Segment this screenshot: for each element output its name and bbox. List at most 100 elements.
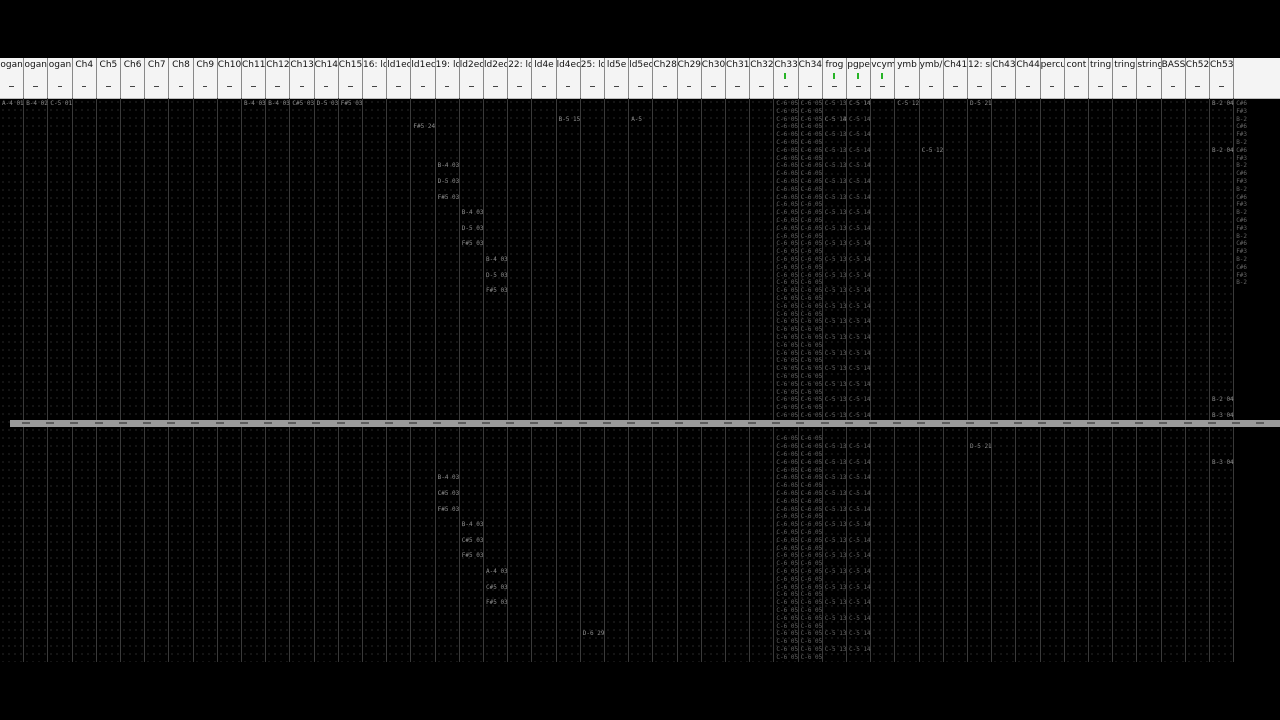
note-cell[interactable]: C-6 05 — [776, 474, 798, 481]
channel-column[interactable] — [266, 98, 291, 662]
channel-column[interactable] — [459, 98, 484, 662]
channel-header[interactable]: percu — [1041, 58, 1065, 98]
note-cell[interactable]: C-6 05 — [801, 373, 823, 380]
note-cell[interactable]: C-5 14 — [849, 599, 871, 606]
note-cell[interactable]: C-6 05 — [776, 342, 798, 349]
note-cell[interactable]: C-6 05 — [776, 490, 798, 497]
note-cell[interactable]: C-6 05 — [776, 568, 798, 575]
note-cell[interactable]: D-5 21 — [970, 100, 992, 107]
note-cell[interactable]: B-2 — [1236, 256, 1247, 263]
note-cell[interactable]: C-6 05 — [801, 599, 823, 606]
note-cell[interactable]: C-5 14 — [849, 490, 871, 497]
note-cell[interactable]: C-5 13 — [825, 443, 847, 450]
note-cell[interactable]: D-5 21 — [970, 443, 992, 450]
note-cell[interactable]: C-6 05 — [776, 318, 798, 325]
channel-header[interactable]: Ch33 — [774, 58, 799, 98]
note-cell[interactable]: C-6 05 — [776, 264, 798, 271]
note-cell[interactable]: C-6 05 — [776, 443, 798, 450]
channel-header[interactable]: tring — [1089, 58, 1114, 98]
note-cell[interactable]: C-5 14 — [849, 303, 871, 310]
note-cell[interactable]: C-6 05 — [801, 178, 823, 185]
channel-column[interactable] — [217, 98, 242, 662]
channel-column[interactable] — [895, 98, 920, 662]
note-cell[interactable]: C-6 05 — [801, 459, 823, 466]
note-cell[interactable]: A-4 03 — [486, 568, 508, 575]
note-cell[interactable]: C-6 05 — [776, 279, 798, 286]
note-cell[interactable]: C-5 14 — [849, 225, 871, 232]
note-cell[interactable]: C#6 — [1236, 240, 1247, 247]
note-cell[interactable]: C#6 — [1236, 264, 1247, 271]
note-cell[interactable]: C-6 05 — [776, 552, 798, 559]
note-cell[interactable]: C-5 13 — [825, 225, 847, 232]
note-cell[interactable]: C-5 14 — [849, 506, 871, 513]
note-cell[interactable]: C-5 13 — [825, 568, 847, 575]
note-cell[interactable]: C-6 05 — [801, 638, 823, 645]
note-cell[interactable]: F#5 03 — [486, 287, 508, 294]
note-cell[interactable]: C-6 05 — [776, 599, 798, 606]
channel-column[interactable] — [677, 98, 702, 662]
note-cell[interactable]: C-6 05 — [801, 248, 823, 255]
note-cell[interactable]: C-6 05 — [801, 443, 823, 450]
note-cell[interactable]: C-6 05 — [801, 116, 823, 123]
note-cell[interactable]: C-6 05 — [801, 490, 823, 497]
note-cell[interactable]: F#3 — [1236, 248, 1247, 255]
note-cell[interactable]: C-5 14 — [849, 209, 871, 216]
note-cell[interactable]: C-6 05 — [801, 357, 823, 364]
note-cell[interactable]: C-5 13 — [825, 521, 847, 528]
note-cell[interactable]: C-6 05 — [776, 155, 798, 162]
note-cell[interactable]: C-5 14 — [849, 318, 871, 325]
note-cell[interactable]: C#6 — [1236, 170, 1247, 177]
channel-column[interactable] — [968, 98, 993, 662]
channel-header[interactable]: ogan — [48, 58, 73, 98]
channel-column[interactable] — [871, 98, 896, 662]
note-cell[interactable]: C-6 05 — [801, 389, 823, 396]
channel-header[interactable]: frog — [823, 58, 847, 98]
channel-column[interactable] — [629, 98, 654, 662]
note-cell[interactable]: C-6 05 — [801, 131, 823, 138]
channel-column[interactable] — [1089, 98, 1114, 662]
note-cell[interactable]: C-5 13 — [825, 131, 847, 138]
note-cell[interactable]: C-5 13 — [825, 256, 847, 263]
note-cell[interactable]: C-6 05 — [776, 529, 798, 536]
note-cell[interactable]: C-6 05 — [776, 584, 798, 591]
note-cell[interactable]: C-6 05 — [801, 209, 823, 216]
note-cell[interactable]: C-5 13 — [825, 412, 847, 419]
note-cell[interactable]: C-6 05 — [776, 178, 798, 185]
note-cell[interactable]: C-6 05 — [776, 623, 798, 630]
note-cell[interactable]: C-6 05 — [801, 264, 823, 271]
note-cell[interactable]: A-5 — [631, 116, 642, 123]
note-cell[interactable]: C-5 13 — [825, 350, 847, 357]
note-cell[interactable]: C-6 05 — [801, 295, 823, 302]
note-cell[interactable]: C-6 05 — [801, 272, 823, 279]
channel-header[interactable]: 12: sna — [968, 58, 993, 98]
channel-header[interactable]: ymb — [895, 58, 920, 98]
note-cell[interactable]: C-6 05 — [801, 646, 823, 653]
note-cell[interactable]: C-6 05 — [801, 568, 823, 575]
note-cell[interactable]: B-4 03 — [462, 209, 484, 216]
note-cell[interactable]: C-6 05 — [776, 186, 798, 193]
note-cell[interactable]: C-5 14 — [849, 256, 871, 263]
channel-column[interactable] — [242, 98, 267, 662]
note-cell[interactable]: C-5 13 — [825, 552, 847, 559]
note-cell[interactable]: C-6 05 — [801, 256, 823, 263]
note-cell[interactable]: C-5 14 — [849, 615, 871, 622]
note-cell[interactable]: C-6 05 — [801, 318, 823, 325]
note-cell[interactable]: C-6 05 — [801, 365, 823, 372]
note-cell[interactable]: C-5 14 — [849, 287, 871, 294]
channel-column[interactable] — [580, 98, 605, 662]
channel-header[interactable]: Ch30 — [702, 58, 726, 98]
note-cell[interactable]: C-5 14 — [849, 521, 871, 528]
channel-header[interactable]: ld2ec — [484, 58, 509, 98]
channel-column[interactable] — [314, 98, 339, 662]
note-cell[interactable]: C-6 05 — [801, 529, 823, 536]
note-cell[interactable]: C-5 13 — [825, 240, 847, 247]
note-cell[interactable]: C-6 05 — [776, 357, 798, 364]
note-cell[interactable]: C-6 05 — [801, 654, 823, 661]
channel-header[interactable]: Ch9 — [194, 58, 218, 98]
channel-column[interactable] — [701, 98, 726, 662]
note-cell[interactable]: C-6 05 — [776, 373, 798, 380]
note-cell[interactable]: C-6 05 — [801, 287, 823, 294]
note-cell[interactable]: F#5 24 — [413, 123, 435, 130]
note-cell[interactable]: C-5 13 — [825, 630, 847, 637]
note-cell[interactable]: C-6 05 — [801, 225, 823, 232]
